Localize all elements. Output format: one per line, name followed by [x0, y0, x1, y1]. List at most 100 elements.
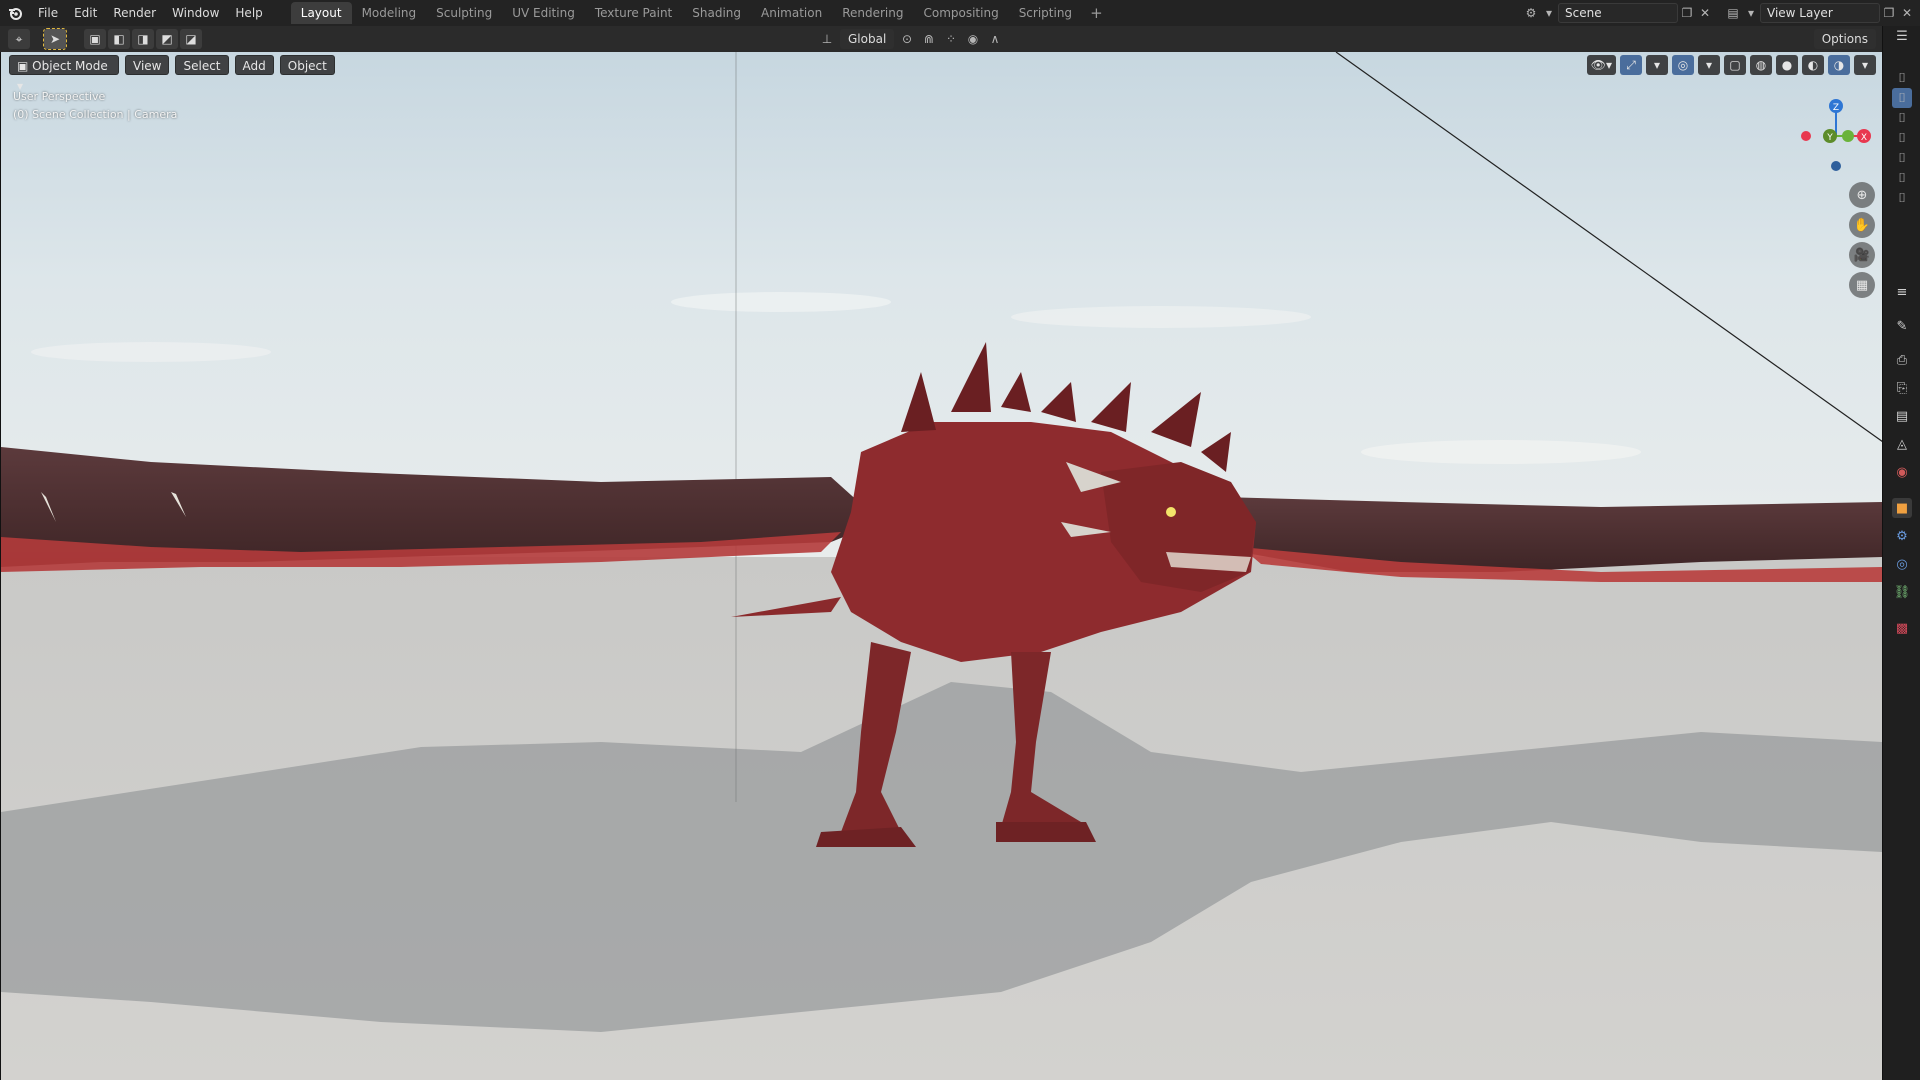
x-axis-label: X	[1861, 133, 1867, 143]
object-icon[interactable]: ■	[1892, 498, 1912, 518]
chevron-down-icon[interactable]: ▾	[1540, 4, 1558, 22]
visibility-icon[interactable]: 👁▾	[1586, 55, 1616, 75]
menu-window[interactable]: Window	[164, 0, 227, 26]
output-icon[interactable]: ⎘	[1892, 378, 1912, 398]
tool-header: ⌖ ➤ ▣ ◧ ◨ ◩ ◪ ⊥ Global ⊙ ⋒ ⁘ ◉ ∧ Options	[0, 26, 1882, 52]
view-layer-field[interactable]: View Layer	[1760, 3, 1880, 23]
world-icon[interactable]: ◉	[1892, 462, 1912, 482]
zoom-icon[interactable]: ⊕	[1849, 182, 1875, 208]
tab-scripting[interactable]: Scripting	[1009, 2, 1082, 24]
chevron-down-icon[interactable]: ▾	[1854, 55, 1876, 75]
constraints-icon[interactable]: ⛓	[1892, 582, 1912, 602]
3d-viewport[interactable]: ▣ Object Mode ▾ View Select Add Object U…	[0, 52, 1882, 1080]
tab-animation[interactable]: Animation	[751, 2, 832, 24]
mode-dropdown[interactable]: ▣ Object Mode ▾	[9, 55, 119, 93]
snap-increment-icon[interactable]: ⁘	[942, 30, 960, 48]
tab-modeling[interactable]: Modeling	[352, 2, 427, 24]
camera-visibility-icon[interactable]: ⌷	[1892, 128, 1912, 148]
tool-icon[interactable]: ✎	[1892, 316, 1912, 336]
menu-select[interactable]: Select	[175, 55, 229, 75]
proportional-edit-icon[interactable]: ◉	[964, 30, 982, 48]
perspective-label: User Perspective	[13, 90, 106, 103]
select-tool-icon[interactable]: ➤	[43, 28, 67, 50]
view-layer-icon[interactable]: ▤	[1892, 406, 1912, 426]
tab-rendering[interactable]: Rendering	[832, 2, 913, 24]
tab-shading[interactable]: Shading	[682, 2, 751, 24]
menu-render[interactable]: Render	[105, 0, 164, 26]
rendered-shading-icon[interactable]: ◑	[1828, 55, 1850, 75]
pivot-point-icon[interactable]: ⊙	[898, 30, 916, 48]
tab-texture-paint[interactable]: Texture Paint	[585, 2, 682, 24]
pan-hand-icon[interactable]: ✋	[1849, 212, 1875, 238]
y-axis-handle[interactable]	[1842, 130, 1854, 142]
delete-view-layer-icon[interactable]: ✕	[1898, 4, 1916, 22]
options-dropdown[interactable]: Options	[1813, 29, 1876, 49]
select-extend-icon[interactable]: ◧	[108, 29, 130, 49]
physics-icon[interactable]: ◎	[1892, 554, 1912, 574]
tab-compositing[interactable]: Compositing	[913, 2, 1008, 24]
properties-tab-column: ☰ ⌷ ⌷ ⌷ ⌷ ⌷ ⌷ ⌷ ≡ ✎ ⎙ ⎘ ▤ ◬ ◉ ■ ⚙ ◎ ⛓ ▩	[1882, 26, 1920, 1080]
camera-visibility-icon[interactable]: ⌷	[1892, 148, 1912, 168]
select-invert-icon[interactable]: ◩	[156, 29, 178, 49]
modifier-icon[interactable]: ⚙	[1892, 526, 1912, 546]
blender-logo-icon[interactable]	[0, 0, 30, 26]
viewport-header: ▣ Object Mode ▾ View Select Add Object	[9, 55, 335, 93]
delete-scene-icon[interactable]: ✕	[1696, 4, 1714, 22]
chevron-down-icon[interactable]: ▾	[1742, 4, 1760, 22]
snap-icon[interactable]: ⋒	[920, 30, 938, 48]
new-view-layer-icon[interactable]: ❐	[1880, 4, 1898, 22]
perspective-grid-icon[interactable]: ▦	[1849, 272, 1875, 298]
select-new-icon[interactable]: ▣	[84, 29, 106, 49]
y-axis-label: Y	[1826, 133, 1833, 143]
scene-icon[interactable]: ⚙	[1522, 4, 1540, 22]
neg-x-axis-handle[interactable]	[1801, 131, 1811, 141]
select-subtract-icon[interactable]: ◨	[132, 29, 154, 49]
scene-icon[interactable]: ◬	[1892, 434, 1912, 454]
neg-z-axis-handle[interactable]	[1831, 161, 1841, 171]
menu-file[interactable]: File	[30, 0, 66, 26]
overlay-toggle-icon[interactable]: ◎	[1672, 55, 1694, 75]
properties-editor-icon[interactable]: ≡	[1892, 282, 1912, 302]
transform-group: ⊥ Global ⊙ ⋒ ⁘ ◉ ∧	[818, 29, 1004, 49]
add-workspace-button[interactable]: +	[1082, 4, 1111, 22]
outliner-editor-icon[interactable]: ☰	[1892, 26, 1912, 46]
wireframe-shading-icon[interactable]: ◍	[1750, 55, 1772, 75]
camera-visibility-icon[interactable]: ⌷	[1892, 108, 1912, 128]
top-bar: File Edit Render Window Help Layout Mode…	[0, 0, 1920, 26]
chevron-down-icon[interactable]: ▾	[1646, 55, 1668, 75]
material-icon[interactable]: ▩	[1892, 618, 1912, 638]
scene-selector-area: ⚙ ▾ Scene ❐ ✕ ▤ ▾ View Layer ❐ ✕	[1522, 0, 1916, 26]
select-intersect-icon[interactable]: ◪	[180, 29, 202, 49]
menu-add[interactable]: Add	[234, 55, 274, 75]
camera-visibility-icon[interactable]: ⌷	[1892, 168, 1912, 188]
camera-view-icon[interactable]: 🎥	[1849, 242, 1875, 268]
orientation-dropdown[interactable]: Global	[840, 29, 894, 49]
tool-icons: ⌖ ➤ ▣ ◧ ◨ ◩ ◪	[0, 28, 204, 50]
menu-view[interactable]: View	[125, 55, 170, 75]
editor-type-icon[interactable]: ⌖	[8, 29, 30, 49]
dragon-eye	[1166, 507, 1176, 517]
scene-name-field[interactable]: Scene	[1558, 3, 1678, 23]
menu-help[interactable]: Help	[227, 0, 270, 26]
solid-shading-icon[interactable]: ●	[1776, 55, 1798, 75]
viewport-info: User Perspective (0) Scene Collection | …	[13, 88, 177, 124]
tab-sculpting[interactable]: Sculpting	[426, 2, 502, 24]
camera-visibility-icon[interactable]: ⌷	[1892, 188, 1912, 208]
gizmo-toggle-icon[interactable]: ⤢	[1620, 55, 1642, 75]
material-shading-icon[interactable]: ◐	[1802, 55, 1824, 75]
tab-uv-editing[interactable]: UV Editing	[502, 2, 585, 24]
navigation-gizmo[interactable]: Z X Y	[1786, 86, 1882, 186]
xray-toggle-icon[interactable]: ▢	[1724, 55, 1746, 75]
menu-edit[interactable]: Edit	[66, 0, 105, 26]
render-icon[interactable]: ⎙	[1892, 350, 1912, 370]
camera-visibility-icon[interactable]: ⌷	[1892, 88, 1912, 108]
viewport-scene	[1, 52, 1882, 1080]
tab-layout[interactable]: Layout	[290, 2, 352, 24]
chevron-down-icon[interactable]: ▾	[1698, 55, 1720, 75]
view-layer-icon[interactable]: ▤	[1724, 4, 1742, 22]
collection-label: (0) Scene Collection | Camera	[13, 108, 178, 121]
new-scene-icon[interactable]: ❐	[1678, 4, 1696, 22]
camera-visibility-icon[interactable]: ⌷	[1892, 68, 1912, 88]
falloff-icon[interactable]: ∧	[986, 30, 1004, 48]
menu-object[interactable]: Object	[279, 55, 335, 75]
